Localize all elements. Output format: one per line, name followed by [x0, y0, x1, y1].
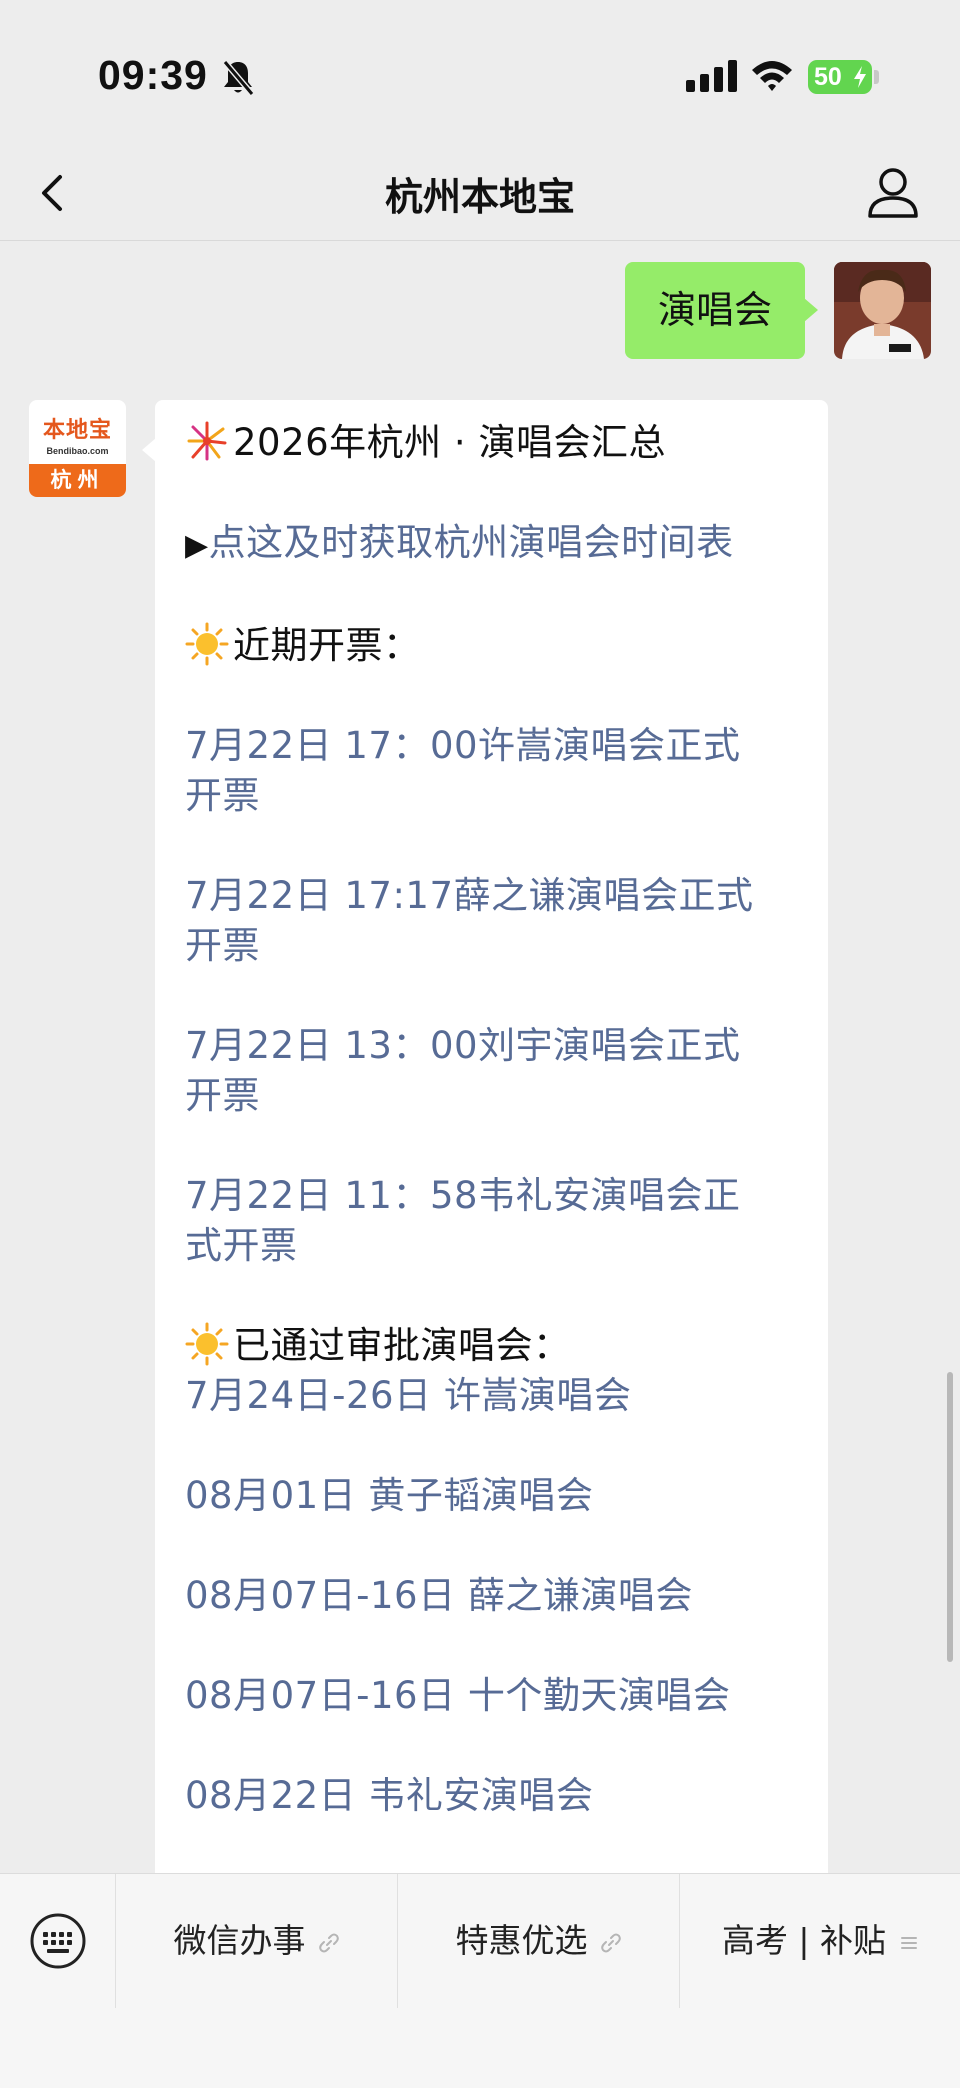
ticket-item[interactable]: 7月22日 17:17薛之谦演唱会正式 开票 [185, 871, 805, 971]
sun-icon [185, 1322, 229, 1366]
link-icon [318, 1933, 339, 1952]
person-icon[interactable] [866, 164, 920, 220]
status-time: 09:39 [98, 52, 208, 98]
bot-logo-city: 杭州 [29, 464, 126, 497]
menu-item-label: 高考 | 补贴 [721, 1921, 887, 1960]
bot-avatar[interactable]: 本地宝 Bendibao.com 杭州 [29, 400, 126, 497]
user-message-text: 演唱会 [657, 288, 772, 332]
nav-bar: 杭州本地宝 [0, 150, 960, 241]
concert-item[interactable]: 7月24日-26日 许嵩演唱会 [185, 1371, 805, 1421]
chat-area[interactable]: 演唱会 本地宝 Bendibao.com 杭州 2026年杭州 · 演唱会汇总 … [0, 241, 960, 1873]
menu-item-discount[interactable]: 特惠优选 [398, 1874, 680, 2008]
bottom-menu: 微信办事 特惠优选 高考 | 补贴 [0, 1873, 960, 2088]
menu-item-gaokao-subsidy[interactable]: 高考 | 补贴 [680, 1874, 960, 2008]
section-recent-title: 近期开票： [185, 621, 805, 671]
battery-indicator: 50 [808, 60, 872, 94]
section-approved-title: 已通过审批演唱会： [185, 1321, 805, 1371]
bot-logo: 本地宝 Bendibao.com [29, 400, 126, 464]
bot-message-bubble[interactable]: 2026年杭州 · 演唱会汇总 ▶点这及时获取杭州演唱会时间表 近期开票： 7月… [155, 400, 828, 1873]
submenu-lines-icon [901, 1936, 918, 1949]
ticket-item[interactable]: 7月22日 17：00许嵩演唱会正式 开票 [185, 721, 805, 821]
avatar-photo [834, 262, 931, 359]
message-title-text: 2026年杭州 · 演唱会汇总 [233, 421, 666, 464]
signal-icon [686, 60, 737, 92]
ticket-item-line[interactable]: 开票 [185, 921, 805, 971]
status-bar: 09:39 50 [0, 0, 960, 150]
ticket-item-line[interactable]: 7月22日 11：58韦礼安演唱会正 [185, 1171, 805, 1221]
menu-item-label: 微信办事 [173, 1921, 306, 1960]
ticket-item-line[interactable]: 7月22日 17：00许嵩演唱会正式 [185, 721, 805, 771]
concert-item[interactable]: 08月22日 韦礼安演唱会 [185, 1771, 805, 1821]
play-arrow-icon: ▶ [185, 528, 209, 563]
ticket-item-line[interactable]: 7月22日 17:17薛之谦演唱会正式 [185, 871, 805, 921]
ticket-item-line[interactable]: 开票 [185, 771, 805, 821]
schedule-link-text[interactable]: 点这及时获取杭州演唱会时间表 [209, 521, 734, 564]
ticket-item[interactable]: 7月22日 11：58韦礼安演唱会正 式开票 [185, 1171, 805, 1271]
message-title: 2026年杭州 · 演唱会汇总 [185, 418, 805, 468]
section-approved-title-text: 已通过审批演唱会： [233, 1324, 571, 1367]
bot-message-content: 2026年杭州 · 演唱会汇总 ▶点这及时获取杭州演唱会时间表 近期开票： 7月… [185, 418, 805, 1821]
menu-item-label: 特惠优选 [455, 1921, 588, 1960]
user-avatar[interactable] [834, 262, 931, 359]
bot-logo-en: Bendibao.com [46, 446, 109, 456]
bubble-tail [804, 298, 818, 322]
concert-item[interactable]: 08月07日-16日 薛之谦演唱会 [185, 1571, 805, 1621]
bubble-tail [142, 438, 156, 462]
ticket-item[interactable]: 7月22日 13：00刘宇演唱会正式 开票 [185, 1021, 805, 1121]
keyboard-icon [30, 1913, 86, 1969]
link-icon [600, 1933, 621, 1952]
scrollbar[interactable] [947, 1372, 953, 1662]
mute-bell-icon [222, 60, 255, 96]
schedule-link[interactable]: ▶点这及时获取杭州演唱会时间表 [185, 518, 805, 571]
bot-logo-cn: 本地宝 [42, 418, 112, 443]
concert-item[interactable]: 08月07日-16日 十个勤天演唱会 [185, 1671, 805, 1721]
battery-level: 50 [814, 63, 842, 91]
wifi-icon [752, 61, 792, 91]
ticket-item-line[interactable]: 开票 [185, 1071, 805, 1121]
fireworks-icon [187, 421, 227, 461]
concert-item[interactable]: 08月01日 黄子韬演唱会 [185, 1471, 805, 1521]
battery-nub [874, 70, 879, 84]
keyboard-toggle-button[interactable] [0, 1874, 116, 2008]
user-message-bubble[interactable]: 演唱会 [625, 262, 805, 359]
sun-icon [185, 622, 229, 666]
battery-charging-icon [854, 66, 866, 88]
ticket-item-line[interactable]: 式开票 [185, 1221, 805, 1271]
menu-item-wechat-service[interactable]: 微信办事 [116, 1874, 398, 2008]
section-recent-title-text: 近期开票： [233, 624, 421, 667]
page-title: 杭州本地宝 [384, 175, 575, 219]
ticket-item-line[interactable]: 7月22日 13：00刘宇演唱会正式 [185, 1021, 805, 1071]
